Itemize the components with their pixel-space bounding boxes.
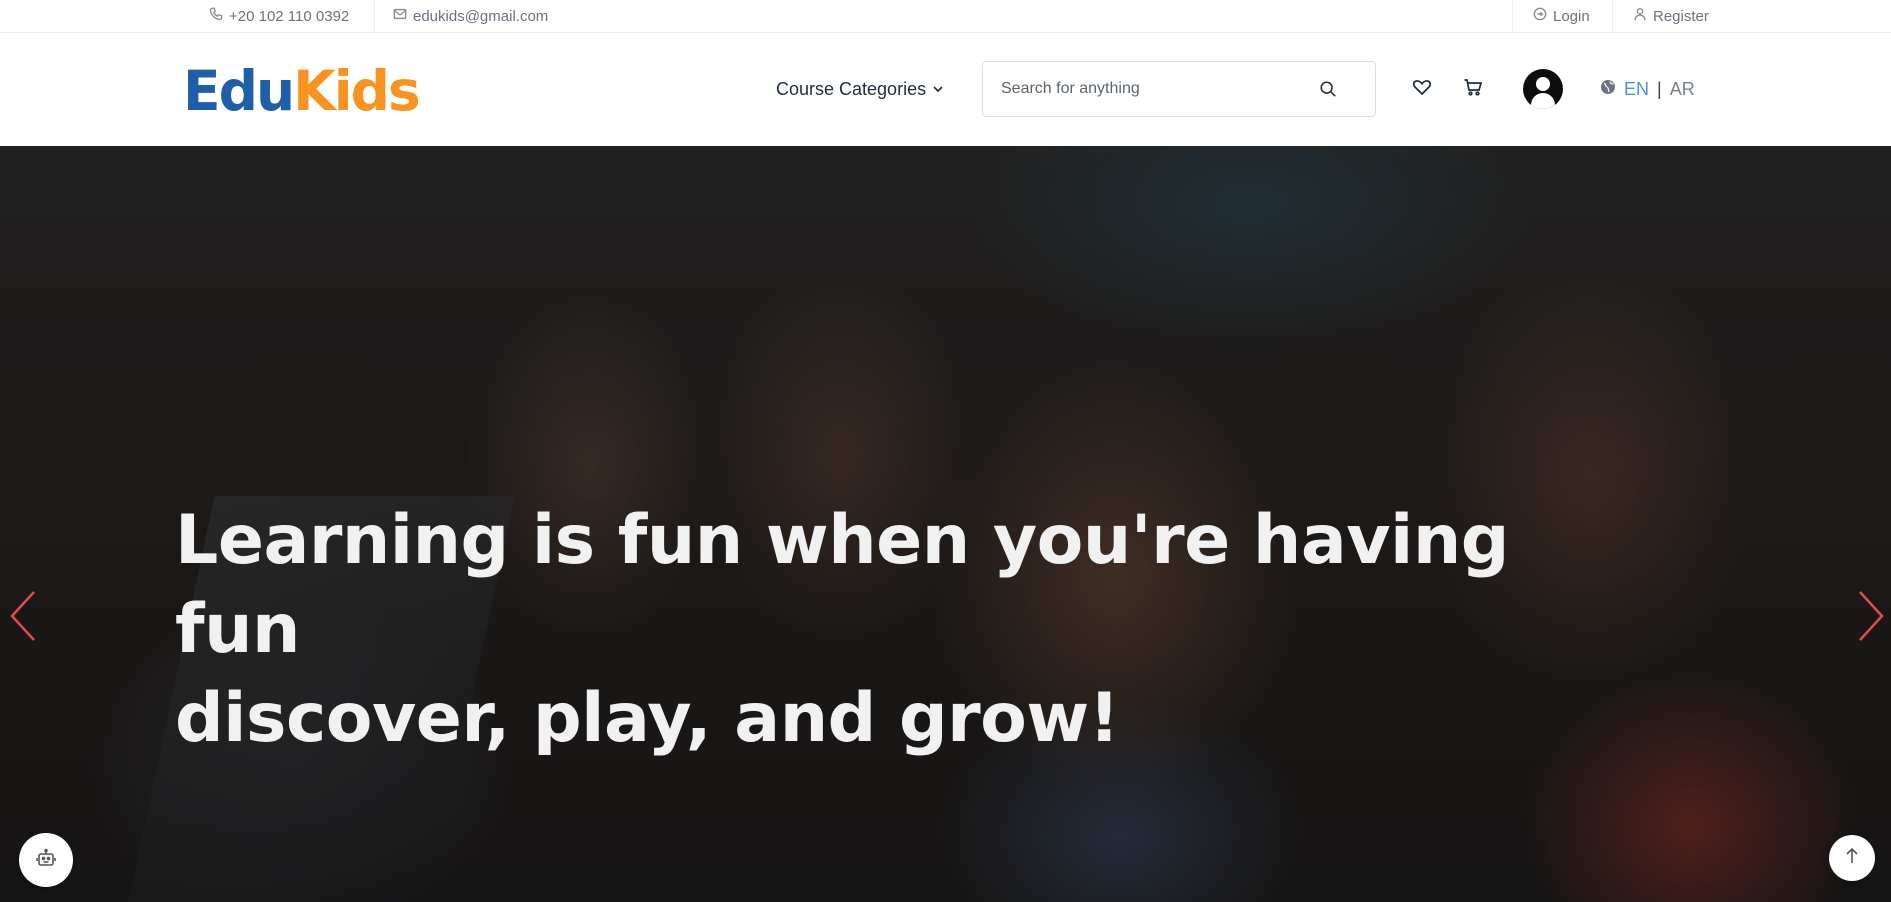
lang-separator: | xyxy=(1657,78,1662,99)
login-icon xyxy=(1533,7,1547,25)
robot-icon xyxy=(35,847,57,874)
slider-prev-icon[interactable] xyxy=(6,588,42,644)
language-switcher: EN | AR xyxy=(1600,77,1695,101)
arrow-up-icon xyxy=(1841,845,1863,872)
phone-number: +20 102 110 0392 xyxy=(229,7,350,25)
logo-kids: Kids xyxy=(293,59,421,123)
contact-email[interactable]: edukids@gmail.com xyxy=(374,0,548,32)
lang-en[interactable]: EN xyxy=(1624,79,1649,100)
user-icon xyxy=(1633,7,1647,25)
hero-title: Learning is fun when you're having fun d… xyxy=(175,496,1625,763)
chatbot-button[interactable] xyxy=(19,833,73,887)
scroll-top-button[interactable] xyxy=(1829,835,1875,881)
hero-slider: Learning is fun when you're having fun d… xyxy=(0,146,1891,902)
search-icon[interactable] xyxy=(1319,80,1339,100)
user-avatar[interactable] xyxy=(1523,69,1563,109)
slider-next-icon[interactable] xyxy=(1852,588,1888,644)
contact-phone[interactable]: +20 102 110 0392 xyxy=(209,0,349,32)
top-contact-bar: +20 102 110 0392 edukids@gmail.com Login… xyxy=(0,0,1891,33)
chevron-down-icon xyxy=(932,79,944,100)
email-address: edukids@gmail.com xyxy=(413,7,549,25)
course-categories-label: Course Categories xyxy=(776,78,927,99)
register-link[interactable]: Register xyxy=(1612,0,1709,32)
search-box xyxy=(982,61,1376,117)
heart-icon[interactable] xyxy=(1412,77,1434,99)
register-label: Register xyxy=(1653,7,1709,25)
cart-icon[interactable] xyxy=(1463,77,1485,99)
avatar-body xyxy=(1531,93,1555,109)
site-logo[interactable]: EduKids xyxy=(183,59,421,123)
hero-title-line1: Learning is fun when you're having fun xyxy=(175,501,1509,669)
hero-title-line2: discover, play, and grow! xyxy=(175,679,1120,758)
avatar-head xyxy=(1536,77,1550,91)
main-header: EduKids Course Categories EN | AR xyxy=(0,33,1891,146)
login-label: Login xyxy=(1553,7,1590,25)
phone-icon xyxy=(209,7,223,25)
mail-icon xyxy=(393,7,407,25)
login-link[interactable]: Login xyxy=(1512,0,1590,32)
course-categories-dropdown[interactable]: Course Categories xyxy=(776,75,944,103)
logo-edu: Edu xyxy=(183,59,295,123)
search-input[interactable] xyxy=(1001,62,1321,116)
globe-icon xyxy=(1600,79,1616,100)
lang-ar[interactable]: AR xyxy=(1670,79,1695,100)
